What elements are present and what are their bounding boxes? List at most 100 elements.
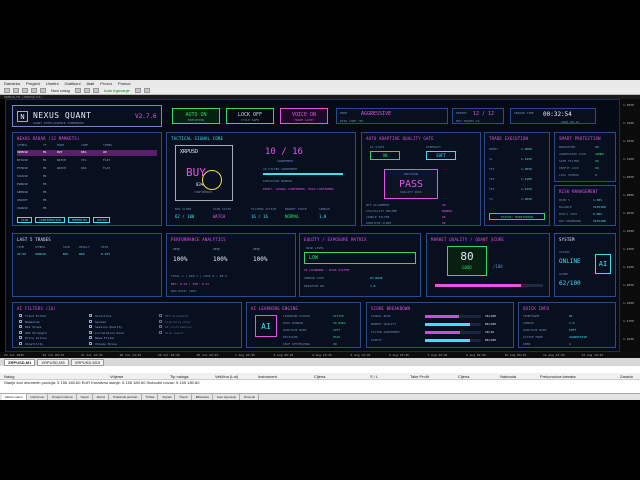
checkbox-icon[interactable] [19,330,22,334]
terminal-col-header[interactable]: Vrijeme [110,374,123,379]
equity-row-label: WEIGHTED RR [304,284,324,288]
menu-item[interactable]: Umetni [46,81,59,86]
symbol-tab[interactable]: XRPUSD,M1 [4,358,36,366]
radar-filter-button[interactable]: SCAN [17,217,33,223]
voice-on-button[interactable]: VOICE ON TRADE ALERT [280,108,328,124]
mode-value: AGGRESSIVE [361,111,392,117]
symbol-tab[interactable]: XRPUSD,M5 [37,358,69,366]
radar-row[interactable]: XAUUSD M5 -- -- -- [17,206,157,212]
checkbox-icon[interactable] [159,325,162,329]
checkbox-icon[interactable] [19,314,22,317]
radar-row[interactable]: USDJPY M5 -- -- -- [17,198,157,204]
strength-value[interactable]: SOFT [426,151,456,160]
radar-cell: BUY [57,150,63,154]
ai-state-value[interactable]: ON [370,151,400,160]
server-time-panel: SERVER TIME 00:32:54 2026.08.12 [510,108,596,124]
signal-title: TACTICAL SIGNAL CORE [171,136,224,141]
ai-filter-label: Price Action [25,336,47,341]
algo-trading-button[interactable]: Auto trgovanje [102,88,132,93]
decision-value: PASS [398,179,424,190]
radar-row[interactable]: XRPUSD M1 BUY 86% UP [17,150,157,156]
terminal-col-header[interactable]: Tip naloga [170,374,189,379]
menu-item[interactable]: Grafikoni [64,81,80,86]
auto-on-button[interactable]: AUTO ON EXECUTION [172,108,220,124]
checkbox-icon[interactable] [89,319,92,323]
checkbox-icon[interactable] [19,325,22,329]
terminal-col-header[interactable]: Naknada [500,374,516,379]
report-value: 12 / 12 [473,111,495,117]
system-status-label: STATUS [559,250,570,254]
ai-filter-label: RSI Slope [25,325,42,330]
menu-item[interactable]: Pomoć [118,81,130,86]
crosshair-icon[interactable] [134,88,141,93]
signal-confidence-sub: CONFIDENCE [194,190,213,194]
radar-cell: -- [57,190,61,194]
radar-row[interactable]: SOLUSD M1 -- -- -- [17,174,157,180]
signal-filter-bar [263,173,343,175]
terminal-col-header[interactable]: Prekonoćna kamata [540,374,576,379]
system-title: SYSTEM [559,237,575,242]
checkbox-icon[interactable] [89,342,92,345]
bar-chart-icon[interactable] [74,88,81,93]
signal-core-panel: TACTICAL SIGNAL CORE XRPUSD BUY 83% CONF… [166,132,356,226]
protection-row-value: ON [595,145,599,149]
radar-row[interactable]: BTCUSD M1 WATCH 71% FLAT [17,158,157,164]
terminal-col-header[interactable]: Veličina (Lot) [215,374,238,379]
new-order-button[interactable]: Novi nalog [49,88,72,93]
symbol-tab[interactable]: XRPUSD,M15 [70,358,105,366]
terminal-col-header[interactable]: Cijena [314,374,325,379]
text-tool-icon[interactable] [143,88,150,93]
server-date: 2026.08.12 [561,120,580,124]
terminal-col-header[interactable]: Zarada [620,374,633,379]
terminal-col-header[interactable]: S / L [370,374,378,379]
terminal-col-header[interactable]: Take Profit [410,374,429,379]
line-chart-icon[interactable] [92,88,99,93]
checkbox-icon[interactable] [19,342,22,345]
risk-title: RISK MANAGEMENT [559,189,599,194]
menu-item[interactable]: Prozor [100,81,112,86]
terminal-col-header[interactable]: Nalog [4,374,14,379]
checkbox-icon[interactable] [89,325,92,329]
zoom-out-icon[interactable] [40,88,46,93]
radar-filter-button[interactable]: MOMENTUM [67,217,91,223]
new-file-icon[interactable] [4,88,10,93]
radar-cell: -- [81,206,85,210]
checkbox-icon[interactable] [159,314,162,317]
radar-cell: M5 [43,198,47,202]
quick-row-label: ACTIVE MODE [523,335,543,339]
terminal-col-header[interactable]: Cijena [458,374,469,379]
menu-item[interactable]: Datoteka [4,81,20,86]
menu-item[interactable]: Alati [87,81,95,86]
zoom-in-icon[interactable] [31,88,37,93]
time-tick: 9 Aug 02:45 [466,353,486,357]
radar-row[interactable]: EURUSD M5 -- -- -- [17,182,157,188]
lock-off-button[interactable]: LOCK OFF CYCLE SAFE [226,108,274,124]
learning-row-label: LEARNING STATUS [283,314,311,318]
signal-reticle: XRPUSD BUY 83% CONFIDENCE [175,145,233,201]
risk-row-value: 1.00% [593,198,603,202]
open-icon[interactable] [13,88,19,93]
checkbox-icon[interactable] [19,336,22,340]
checkbox-icon[interactable] [89,330,92,334]
radar-col-header: TF [43,143,47,147]
checkbox-icon[interactable] [19,319,22,323]
risk-level-value: LOW [304,252,416,264]
risk-row-label: DAILY LOSS [559,212,578,216]
radar-row[interactable]: ETHUSD M1 WATCH 64% FLAT [17,166,157,172]
quick-row-label: SPREAD [523,321,534,325]
time-tick: 4 Aug 10:45 [312,353,332,357]
menu-item[interactable]: Pregled [26,81,40,86]
learning-row-label: SELF OPTIMIZING [283,342,311,346]
terminal-col-header[interactable]: Instrument [258,374,277,379]
candle-chart-icon[interactable] [83,88,90,93]
checkbox-icon[interactable] [89,314,92,317]
checkbox-icon[interactable] [89,336,92,340]
ai-filter-label: News Filter [95,336,115,341]
radar-filter-button[interactable]: WATCH [93,217,111,223]
checkbox-icon[interactable] [159,319,162,323]
radar-row[interactable]: GBPUSD M5 -- -- -- [17,190,157,196]
radar-filter-button[interactable]: CONFIRMATION [35,217,65,223]
signal-score: 10 / 16 [265,147,303,157]
checkbox-icon[interactable] [159,330,162,334]
save-icon[interactable] [22,88,28,93]
